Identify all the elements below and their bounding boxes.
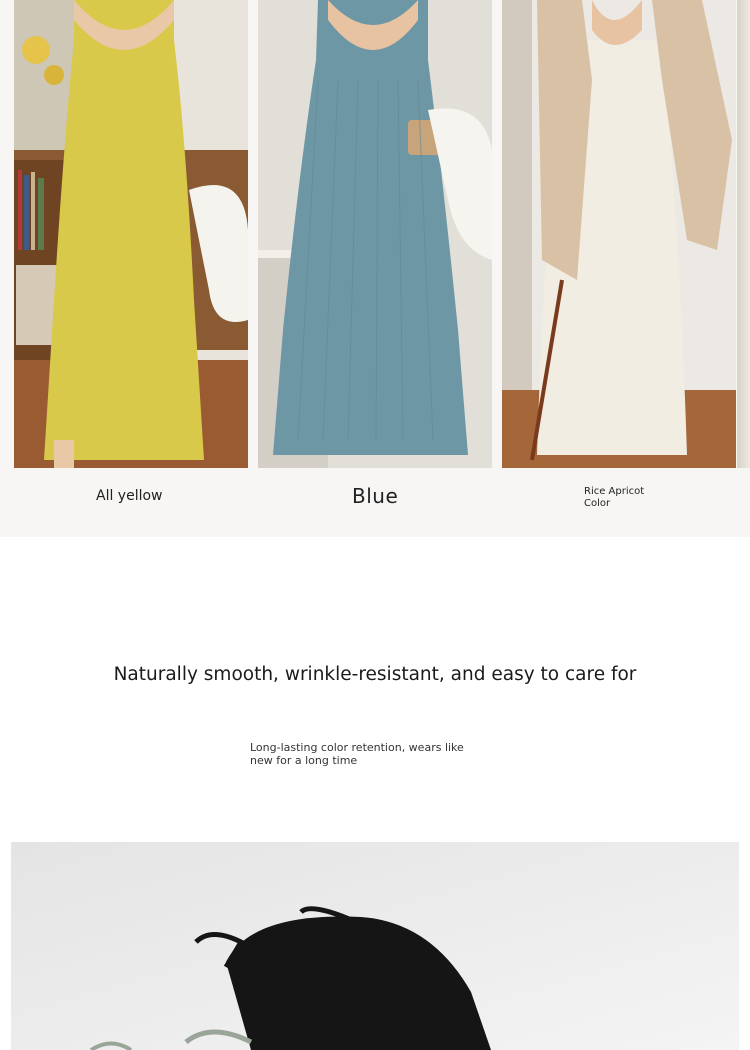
color-label-yellow[interactable]: All yellow bbox=[96, 488, 163, 504]
yellow-dress-image bbox=[14, 0, 248, 468]
product-detail-photo bbox=[11, 842, 739, 1050]
feature-subline: Long-lasting color retention, wears like… bbox=[250, 741, 464, 767]
black-slip-image bbox=[11, 842, 739, 1050]
apricot-dress-image bbox=[502, 0, 736, 468]
product-photo-yellow[interactable] bbox=[14, 0, 248, 468]
product-photo-apricot[interactable] bbox=[502, 0, 736, 468]
product-photo-blue[interactable] bbox=[258, 0, 492, 468]
blue-dress-image bbox=[258, 0, 492, 468]
adjacent-photo-edge bbox=[737, 0, 750, 468]
color-label-apricot[interactable]: Rice Apricot Color bbox=[584, 486, 664, 510]
feature-headline: Naturally smooth, wrinkle-resistant, and… bbox=[113, 664, 637, 685]
color-label-blue[interactable]: Blue bbox=[352, 484, 398, 508]
